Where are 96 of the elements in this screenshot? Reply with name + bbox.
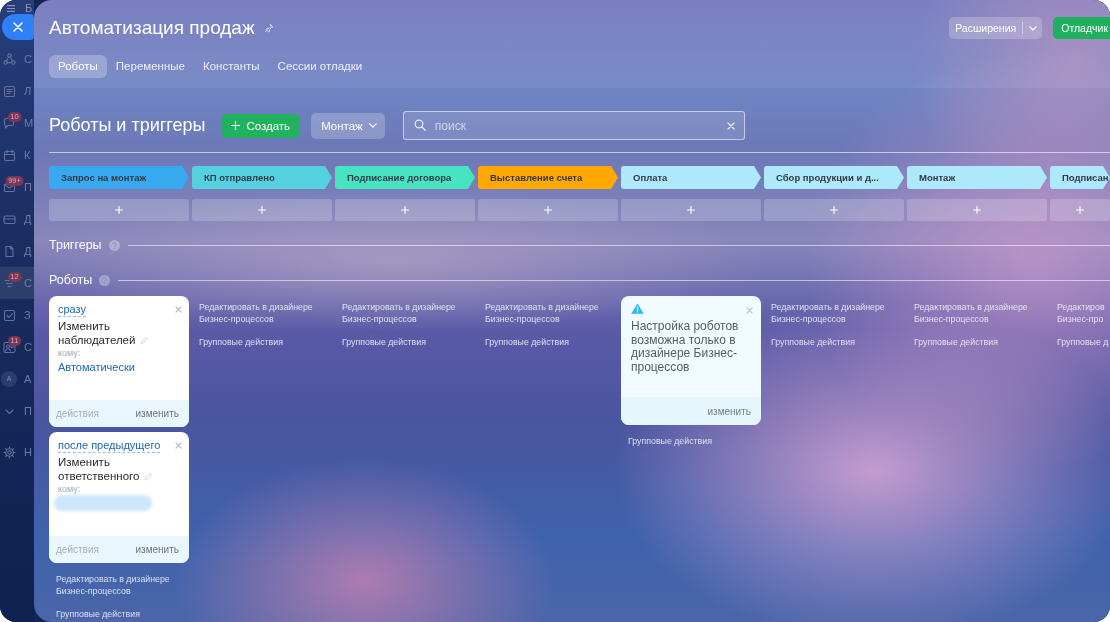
plus-icon xyxy=(830,206,838,214)
sidebar-menu-item[interactable]: Д xyxy=(0,235,34,267)
group-actions-link[interactable]: Групповые действия xyxy=(485,336,569,348)
debugger-button[interactable]: Отладчик xyxy=(1053,17,1110,39)
help-icon[interactable] xyxy=(108,239,120,251)
plus-icon xyxy=(1076,206,1084,214)
calendar-icon xyxy=(3,148,16,162)
pipeline-stage[interactable]: Оплата xyxy=(621,166,761,189)
section-heading: Триггеры xyxy=(49,238,102,252)
help-icon[interactable] xyxy=(99,274,111,286)
delay-link[interactable]: после предыдущего xyxy=(58,438,161,453)
pipeline-stage[interactable]: Запрос на монтаж xyxy=(49,166,189,189)
credit-card-icon xyxy=(3,212,16,226)
pipeline-stage[interactable]: Подписан xyxy=(1050,166,1110,189)
robot-title: Изменить наблюдателей xyxy=(58,320,136,346)
pencil-icon[interactable] xyxy=(144,472,154,481)
recipient-link[interactable]: Автоматически xyxy=(58,360,135,374)
edit-link[interactable]: изменить xyxy=(135,544,179,555)
plus-icon xyxy=(115,206,123,214)
add-robot-button[interactable] xyxy=(335,199,475,221)
close-icon[interactable] xyxy=(175,442,182,449)
plus-icon xyxy=(258,206,266,214)
section-heading: Роботы xyxy=(49,273,93,287)
pipeline-stage[interactable]: Выставление счета xyxy=(478,166,618,189)
tab[interactable]: Сессии отладки xyxy=(268,55,372,78)
close-icon[interactable] xyxy=(746,307,753,314)
edit-in-designer-link[interactable]: Редактировать в дизайнере Бизнес-процессов xyxy=(771,301,889,325)
section-title: Роботы и триггеры xyxy=(49,115,206,136)
tab[interactable]: Константы xyxy=(193,55,269,78)
tab[interactable]: Переменные xyxy=(106,55,194,78)
add-robot-button[interactable] xyxy=(621,199,761,221)
sidebar-menu-item[interactable]: Д xyxy=(0,203,34,235)
plus-icon xyxy=(544,206,552,214)
pipeline-stage[interactable]: Сбор продукции и д... xyxy=(764,166,904,189)
robot-title: Изменить ответственного xyxy=(58,456,140,482)
pipeline-stage[interactable]: Монтаж xyxy=(907,166,1047,189)
group-actions-link[interactable]: Групповые д xyxy=(1057,336,1109,348)
sidebar-menu-item[interactable]: З xyxy=(0,299,34,331)
edit-in-designer-link[interactable]: Редактировать в дизайнере Бизнес-процессов xyxy=(914,301,1032,325)
sidebar-menu-item[interactable]: К xyxy=(0,139,34,171)
recipient-label: кому: xyxy=(58,483,81,495)
edit-in-designer-link[interactable]: Редактировать в дизайнере Бизнес-процессов xyxy=(56,573,174,597)
group-actions-link[interactable]: Групповые действия xyxy=(56,608,140,620)
page-title: Автоматизация продаж xyxy=(49,16,255,40)
pipeline-stage[interactable]: Подписание договора xyxy=(335,166,475,189)
portal-name: Б xyxy=(25,1,33,16)
tab[interactable]: Роботы xyxy=(49,55,107,78)
stage-filter-dropdown[interactable]: Монтаж xyxy=(311,112,385,139)
extensions-button[interactable]: Расширения xyxy=(949,17,1043,39)
plus-icon xyxy=(231,121,241,130)
newspaper-icon xyxy=(3,84,16,98)
close-icon[interactable] xyxy=(175,306,182,313)
menu-icon[interactable] xyxy=(7,4,15,12)
group-actions-link[interactable]: Групповые действия xyxy=(342,336,426,348)
group-actions-link[interactable]: Групповые действия xyxy=(628,435,712,447)
add-robot-button[interactable] xyxy=(907,199,1047,221)
sidebar-menu-item[interactable]: П xyxy=(0,395,34,427)
create-button[interactable]: Создать xyxy=(222,113,301,138)
warning-icon xyxy=(631,303,644,314)
edit-in-designer-link[interactable]: Редактировать в дизайнере Бизнес-процессов xyxy=(485,301,603,325)
edit-in-designer-link[interactable]: Редактировать в дизайнере Бизнес-процессов xyxy=(199,301,317,325)
add-robot-button[interactable] xyxy=(764,199,904,221)
sidebar-menu-item[interactable]: Л xyxy=(0,75,34,107)
network-icon xyxy=(3,52,16,66)
close-button[interactable] xyxy=(2,14,34,40)
edit-link[interactable]: изменить xyxy=(135,408,179,419)
chevron-down-icon[interactable] xyxy=(1029,25,1038,31)
pencil-icon[interactable] xyxy=(140,336,150,345)
plus-icon xyxy=(401,206,409,214)
plus-icon xyxy=(973,206,981,214)
chevron-down-icon[interactable] xyxy=(368,123,377,128)
pipeline-stage[interactable]: КП отправлено xyxy=(192,166,332,189)
document-icon xyxy=(3,244,16,258)
add-robot-button[interactable] xyxy=(192,199,332,221)
notice-text: Настройка роботов возможна только в дизайнере Бизнес-процессов xyxy=(631,320,740,375)
group-actions-link[interactable]: Групповые действия xyxy=(771,336,855,348)
add-robot-button[interactable] xyxy=(49,199,189,221)
recipient-label: кому: xyxy=(58,347,81,359)
sidebar-menu-item[interactable]: Н xyxy=(0,436,34,468)
search-icon xyxy=(413,119,426,131)
add-robot-button[interactable] xyxy=(478,199,618,221)
pin-icon[interactable] xyxy=(263,23,274,33)
checkbox-icon xyxy=(3,308,16,322)
group-actions-link[interactable]: Групповые действия xyxy=(914,336,998,348)
group-actions-link[interactable]: Групповые действия xyxy=(199,336,283,348)
search-field[interactable]: поиск xyxy=(402,111,745,140)
edit-in-designer-link[interactable]: Редактировать в дизайнере Бизнес-процессов xyxy=(342,301,460,325)
delay-link[interactable]: сразу xyxy=(58,302,87,317)
sidebar-menu-item[interactable]: С xyxy=(0,43,34,75)
add-robot-button[interactable] xyxy=(1050,199,1110,221)
plus-icon xyxy=(687,206,695,214)
people-icon xyxy=(3,340,16,354)
edit-in-designer-link[interactable]: Редактиров Бизнес-про xyxy=(1057,301,1110,325)
close-icon xyxy=(13,22,23,32)
settings-icon xyxy=(3,445,16,459)
edit-link[interactable]: изменить xyxy=(707,405,751,417)
